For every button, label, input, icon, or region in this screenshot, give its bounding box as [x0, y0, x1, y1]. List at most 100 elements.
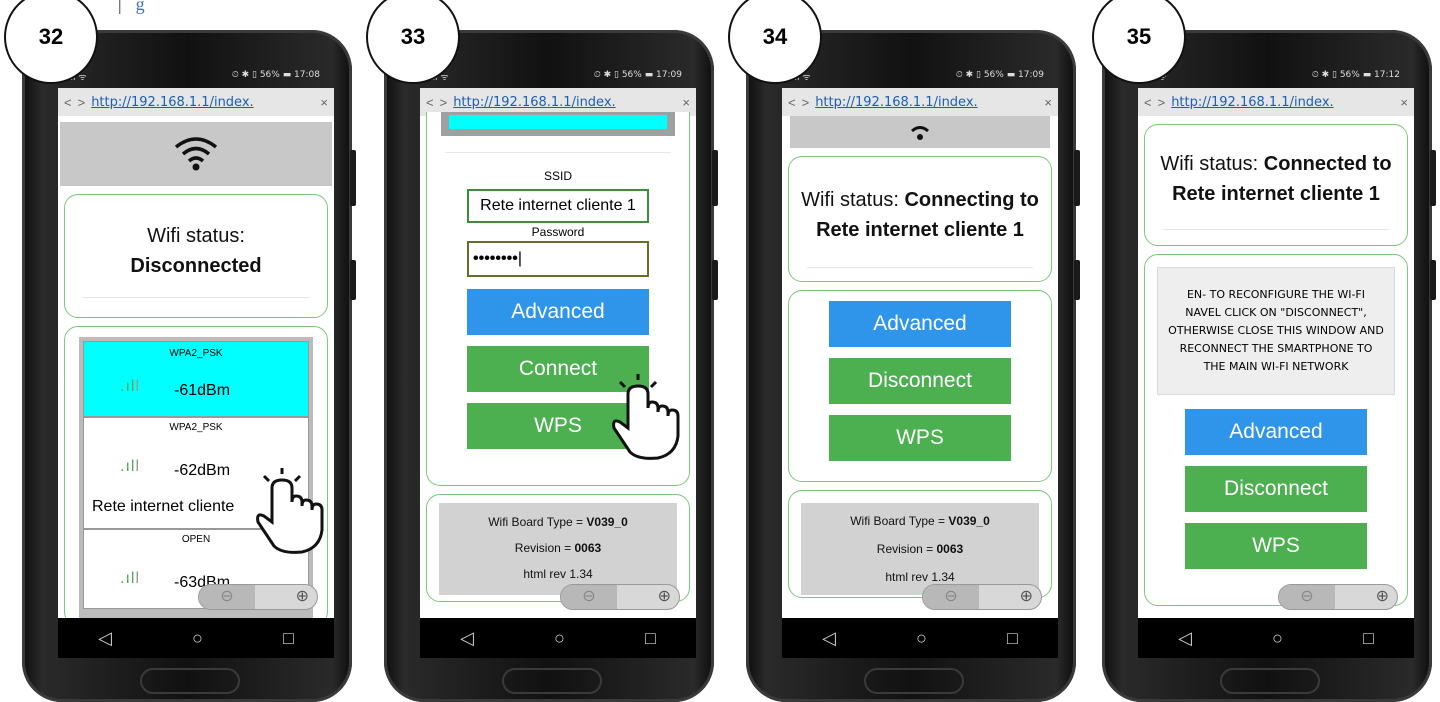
status-time: ⏲ ✱ ▯ 56% ▬ 17:12 [1311, 70, 1400, 80]
url-link[interactable]: http://192.168.1.1/index. [91, 95, 314, 110]
url-link[interactable]: http://192.168.1.1/index. [815, 95, 1038, 110]
wifi-header [60, 122, 332, 186]
forward-arrow-icon[interactable]: > [1158, 95, 1166, 110]
nav-home-icon[interactable]: ○ [192, 628, 203, 649]
nav-home-icon[interactable]: ○ [916, 628, 927, 649]
reconfigure-instructions: EN- TO RECONFIGURE THE WI-FI NAVEL CLICK… [1157, 267, 1395, 395]
advanced-button[interactable]: Advanced [829, 301, 1011, 347]
password-input[interactable]: •••••••• | [467, 241, 649, 277]
wifi-status: Wifi status: Connecting to Rete internet… [789, 157, 1051, 245]
revision-label: Revision = [514, 541, 575, 555]
wifi-status-label: Wifi status: [147, 225, 245, 247]
disconnect-button[interactable]: Disconnect [1185, 466, 1367, 512]
forward-arrow-icon[interactable]: > [78, 95, 86, 110]
forward-arrow-icon[interactable]: > [440, 95, 448, 110]
url-link[interactable]: http://192.168.1.1/index. [1171, 95, 1394, 110]
zoom-control[interactable]: ⊖ ⊕ [198, 584, 318, 610]
nav-home-icon[interactable]: ○ [1272, 628, 1283, 649]
nav-recent-icon[interactable]: □ [283, 628, 294, 649]
nav-back-icon[interactable]: ◁ [460, 628, 474, 649]
back-arrow-icon[interactable]: < [1144, 95, 1152, 110]
network-item-selected[interactable]: WPA2_PSK .ıll -61dBm [83, 341, 309, 417]
nav-recent-icon[interactable]: □ [1363, 628, 1374, 649]
wifi-status-card: Wifi status: Connected to Rete internet … [1144, 124, 1408, 246]
wifi-status-label: Wifi status: [801, 189, 905, 211]
nav-home-icon[interactable]: ○ [554, 628, 565, 649]
board-type-label: Wifi Board Type = [488, 515, 587, 529]
board-info-card: Wifi Board Type = V039_0 Revision = 0063… [788, 490, 1052, 598]
back-arrow-icon[interactable]: < [426, 95, 434, 110]
nav-back-icon[interactable]: ◁ [1178, 628, 1192, 649]
tutorial-strip: | g ıll ᯤ ⏲ ✱ ▯ 56% ▬ 17:08 < > http://19… [0, 0, 1440, 702]
url-link[interactable]: http://192.168.1.1/index. [453, 95, 676, 110]
zoom-in-icon[interactable]: ⊕ [1020, 585, 1033, 609]
wifi-header [790, 116, 1050, 148]
wps-button[interactable]: WPS [829, 415, 1011, 461]
phone-step-35: ıll ᯤ ⏲ ✱ ▯ 56% ▬ 17:12 < > http://192.1… [1102, 30, 1436, 702]
divider [807, 267, 1033, 268]
selected-network-bar [449, 115, 667, 129]
status-bar: ıll ᯤ ⏲ ✱ ▯ 56% ▬ 17:09 [430, 70, 682, 86]
disconnect-button[interactable]: Disconnect [829, 358, 1011, 404]
zoom-control[interactable]: ⊖ ⊕ [1278, 584, 1398, 610]
zoom-in-icon[interactable]: ⊕ [658, 585, 671, 609]
network-security: WPA2_PSK [169, 422, 223, 433]
close-icon[interactable]: × [682, 95, 690, 110]
divider [83, 297, 309, 298]
nav-recent-icon[interactable]: □ [645, 628, 656, 649]
network-security: WPA2_PSK [169, 348, 223, 359]
revision-row: Revision = 0063 [439, 535, 677, 561]
android-nav-bar: ◁ ○ □ [1138, 618, 1414, 658]
android-nav-bar: ◁ ○ □ [782, 618, 1058, 658]
nav-back-icon[interactable]: ◁ [822, 628, 836, 649]
zoom-in-icon[interactable]: ⊕ [296, 585, 309, 609]
board-info: Wifi Board Type = V039_0 Revision = 0063… [439, 503, 677, 595]
forward-arrow-icon[interactable]: > [802, 95, 810, 110]
tap-hand-icon [256, 468, 324, 554]
phone-step-32: ıll ᯤ ⏲ ✱ ▯ 56% ▬ 17:08 < > http://192.1… [22, 30, 356, 702]
ssid-label: SSID [543, 169, 572, 183]
board-type-label: Wifi Board Type = [850, 514, 949, 528]
back-arrow-icon[interactable]: < [788, 95, 796, 110]
zoom-out-icon[interactable]: ⊖ [561, 585, 617, 609]
header-fragment-text: g [135, 0, 145, 14]
network-signal: -62dBm [174, 462, 231, 479]
zoom-out-icon[interactable]: ⊖ [199, 585, 255, 609]
back-arrow-icon[interactable]: < [64, 95, 72, 110]
status-bar: ıll ᯤ ⏲ ✱ ▯ 56% ▬ 17:08 [68, 70, 320, 86]
home-pill [1220, 668, 1320, 694]
selected-network-strip [441, 112, 675, 136]
close-icon[interactable]: × [320, 95, 328, 110]
url-bar: < > http://192.168.1.1/index. × [58, 88, 334, 116]
board-info: Wifi Board Type = V039_0 Revision = 0063… [801, 503, 1039, 595]
divider [445, 152, 671, 153]
wps-button[interactable]: WPS [1185, 523, 1367, 569]
nav-back-icon[interactable]: ◁ [98, 628, 112, 649]
board-type-row: Wifi Board Type = V039_0 [439, 509, 677, 535]
password-label: Password [531, 225, 585, 239]
close-icon[interactable]: × [1400, 95, 1408, 110]
actions-card: EN- TO RECONFIGURE THE WI-FI NAVEL CLICK… [1144, 254, 1408, 606]
zoom-control[interactable]: ⊖ ⊕ [922, 584, 1042, 610]
close-icon[interactable]: × [1044, 95, 1052, 110]
zoom-control[interactable]: ⊖ ⊕ [560, 584, 680, 610]
status-bar: ıll ᯤ ⏲ ✱ ▯ 56% ▬ 17:12 [1148, 70, 1400, 86]
browser-screen: < > http://192.168.1.1/index. × SSID Ret… [420, 88, 696, 618]
status-time: ⏲ ✱ ▯ 56% ▬ 17:09 [593, 70, 682, 80]
board-type-row: Wifi Board Type = V039_0 [801, 507, 1039, 535]
actions-card: Advanced Disconnect WPS [788, 290, 1052, 482]
status-bar: ıll ᯤ ⏲ ✱ ▯ 56% ▬ 17:09 [792, 70, 1044, 86]
ssid-input[interactable]: Rete internet cliente 1 [467, 189, 649, 223]
text-cursor: | [517, 250, 522, 267]
nav-recent-icon[interactable]: □ [1007, 628, 1018, 649]
zoom-out-icon[interactable]: ⊖ [923, 585, 979, 609]
wifi-status-label: Wifi status: [1160, 153, 1264, 175]
zoom-in-icon[interactable]: ⊕ [1376, 585, 1389, 609]
home-pill [864, 668, 964, 694]
advanced-button[interactable]: Advanced [1185, 409, 1367, 455]
advanced-button[interactable]: Advanced [467, 289, 649, 335]
signal-strength-icon: .ıll [120, 570, 141, 587]
password-value: •••••••• [473, 250, 518, 267]
android-nav-bar: ◁ ○ □ [58, 618, 334, 658]
zoom-out-icon[interactable]: ⊖ [1279, 585, 1335, 609]
